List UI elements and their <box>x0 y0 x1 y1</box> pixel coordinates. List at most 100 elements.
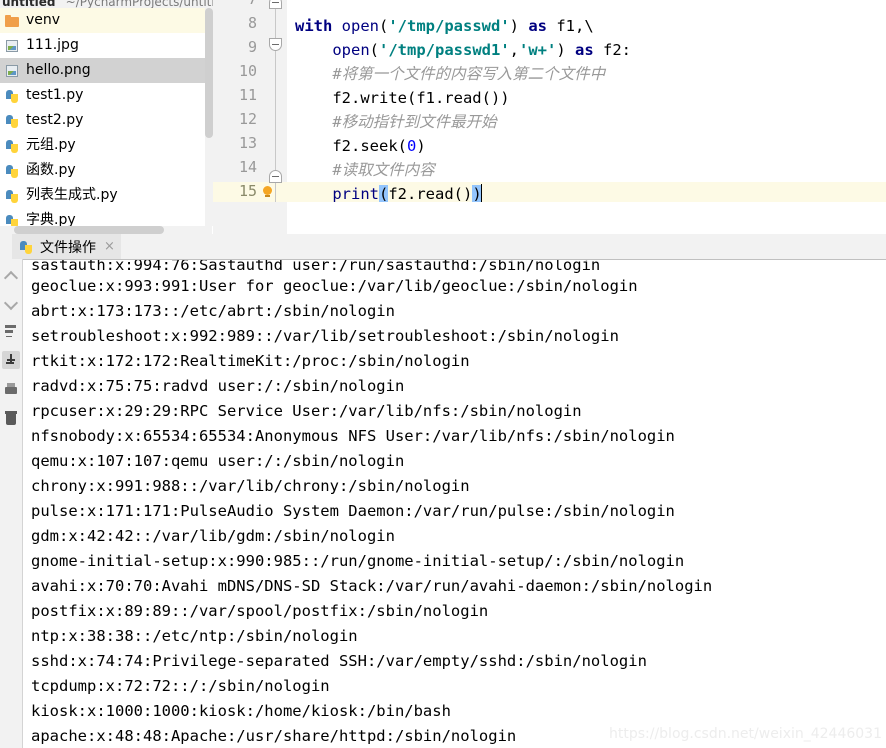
line-number-12: 12 <box>238 110 257 128</box>
fold-toggle-1[interactable] <box>269 38 282 51</box>
clear-all-button[interactable] <box>2 409 20 427</box>
breadcrumb-path: ~/PycharmProjects/untitl <box>65 0 215 8</box>
code-token: 'w+' <box>519 41 557 59</box>
run-tab[interactable]: 文件操作 × <box>12 234 121 259</box>
code-line-13[interactable]: f2.seek(0) <box>295 134 426 158</box>
tree-item-2[interactable]: hello.png <box>0 58 212 83</box>
python-file-icon <box>4 138 20 154</box>
line-number-13: 13 <box>238 134 257 152</box>
code-token: ( <box>379 185 389 203</box>
tree-item-label: 函数.py <box>26 162 76 178</box>
project-file-tree[interactable]: venv 111.jpg hello.png test1.py test2.py 元组.p… <box>0 8 212 226</box>
code-token: f1,\ <box>556 17 594 35</box>
tree-item-label: 元组.py <box>26 137 76 153</box>
console-line: setroubleshoot:x:992:989::/var/lib/setro… <box>31 327 619 345</box>
editor-gutter[interactable]: 7 8 9 10 11 12 13 14 15 <box>213 0 287 234</box>
code-token: ( <box>379 17 389 35</box>
code-token: ) <box>416 137 426 155</box>
console-line: sshd:x:74:74:Privilege-separated SSH:/va… <box>31 652 647 670</box>
scroll-down-button[interactable] <box>2 292 20 311</box>
code-line-8[interactable]: with open('/tmp/passwd') as f1,\ <box>295 14 594 38</box>
console-line: qemu:x:107:107:qemu user:/:/sbin/nologin <box>31 452 405 470</box>
console-line: chrony:x:991:988::/var/lib/chrony:/sbin/… <box>31 477 470 495</box>
intention-bulb-icon[interactable] <box>263 186 273 200</box>
code-token: f2: <box>603 41 631 59</box>
code-token: print <box>332 185 379 203</box>
tree-item-label: venv <box>26 12 61 28</box>
python-file-icon <box>4 163 20 179</box>
tree-item-4[interactable]: test2.py <box>0 108 212 133</box>
code-line-9[interactable]: open('/tmp/passwd1','w+') as f2: <box>295 38 631 62</box>
code-token: with <box>295 17 342 35</box>
project-tree-horizontal-scrollbar[interactable] <box>0 226 212 234</box>
scroll-to-end-button[interactable] <box>2 351 20 369</box>
console-line: avahi:x:70:70:Avahi mDNS/DNS-SD Stack:/v… <box>31 577 713 595</box>
python-file-icon <box>4 213 20 226</box>
chevron-up-icon <box>3 270 19 286</box>
tree-item-label: 字典.py <box>26 212 76 226</box>
python-file-icon <box>4 188 20 204</box>
tree-item-6[interactable]: 函数.py <box>0 158 212 183</box>
scrollbar-thumb[interactable] <box>205 8 213 138</box>
console-line: gdm:x:42:42::/var/lib/gdm:/sbin/nologin <box>31 527 395 545</box>
line-number-11: 11 <box>238 86 257 104</box>
console-line: rpcuser:x:29:29:RPC Service User:/var/li… <box>31 402 582 420</box>
code-token: '/tmp/passwd' <box>388 17 510 35</box>
line-number-7: 7 <box>217 0 257 8</box>
line-number-14: 14 <box>238 158 257 176</box>
scrollbar-thumb[interactable] <box>14 226 164 234</box>
tree-item-label: hello.png <box>26 62 91 78</box>
console-line: postfix:x:89:89::/var/spool/postfix:/sbi… <box>31 602 489 620</box>
fold-toggle-0[interactable] <box>269 0 282 9</box>
python-file-icon <box>4 113 20 129</box>
run-tab-bar: 文件操作 × <box>0 234 886 260</box>
line-number-15: 15 <box>238 182 257 200</box>
print-button[interactable] <box>2 381 20 399</box>
console-toolbar <box>0 259 23 748</box>
line-number-9: 9 <box>247 38 257 56</box>
editor-empty-space <box>287 202 886 234</box>
tree-item-3[interactable]: test1.py <box>0 83 212 108</box>
code-token: as <box>528 17 557 35</box>
code-line-10[interactable]: #将第一个文件的内容写入第二个文件中 <box>295 62 605 86</box>
close-icon[interactable]: × <box>104 239 115 254</box>
editor-area: untitled ~/PycharmProjects/untitl venv 11… <box>0 0 886 234</box>
code-line-11[interactable]: f2.write(f1.read()) <box>295 86 510 110</box>
tree-item-7[interactable]: 列表生成式.py <box>0 183 212 208</box>
tree-item-1[interactable]: 111.jpg <box>0 33 212 58</box>
python-file-icon <box>4 88 20 104</box>
code-token: #将第一个文件的内容写入第二个文件中 <box>332 65 606 83</box>
breadcrumb-project: untitled <box>2 0 56 8</box>
scroll-up-button[interactable] <box>2 267 20 286</box>
fold-toggle-2[interactable] <box>269 170 282 183</box>
run-tab-label: 文件操作 <box>40 239 96 256</box>
code-token: '/tmp/passwd1' <box>379 41 510 59</box>
soft-wrap-button[interactable] <box>2 321 20 339</box>
tree-item-label: test2.py <box>26 112 84 128</box>
code-token: ( <box>369 41 379 59</box>
code-editor[interactable]: 789101112131415 with open('/tmp/passwd')… <box>213 0 886 234</box>
breadcrumb[interactable]: untitled ~/PycharmProjects/untitl <box>0 0 220 8</box>
tree-item-0[interactable]: venv <box>0 8 212 33</box>
tree-item-label: test1.py <box>26 87 84 103</box>
console-output[interactable]: sastauth:x:994:76:Sastauthd user:/run/sa… <box>23 260 886 748</box>
code-token: open <box>341 17 379 35</box>
code-content[interactable]: with open('/tmp/passwd') as f1,\ open('/… <box>263 0 886 234</box>
line-number-8: 8 <box>247 14 257 32</box>
console-line: kiosk:x:1000:1000:kiosk:/home/kiosk:/bin… <box>31 702 451 720</box>
tree-item-5[interactable]: 元组.py <box>0 133 212 158</box>
image-file-icon <box>4 38 20 54</box>
console-line: rtkit:x:172:172:RealtimeKit:/proc:/sbin/… <box>31 352 470 370</box>
code-token: f2.write(f1.read()) <box>295 89 510 107</box>
code-token: as <box>575 41 603 59</box>
code-line-14[interactable]: #读取文件内容 <box>295 158 434 182</box>
console-line: ntp:x:38:38::/etc/ntp:/sbin/nologin <box>31 627 358 645</box>
console-line: gnome-initial-setup:x:990:985::/run/gnom… <box>31 552 685 570</box>
project-tree-vertical-scrollbar[interactable] <box>205 8 213 226</box>
console-line: sastauth:x:994:76:Sastauthd user:/run/sa… <box>31 260 601 274</box>
tree-item-8[interactable]: 字典.py <box>0 208 212 226</box>
code-line-12[interactable]: #移动指针到文件最开始 <box>295 110 496 134</box>
python-run-icon <box>18 239 34 255</box>
